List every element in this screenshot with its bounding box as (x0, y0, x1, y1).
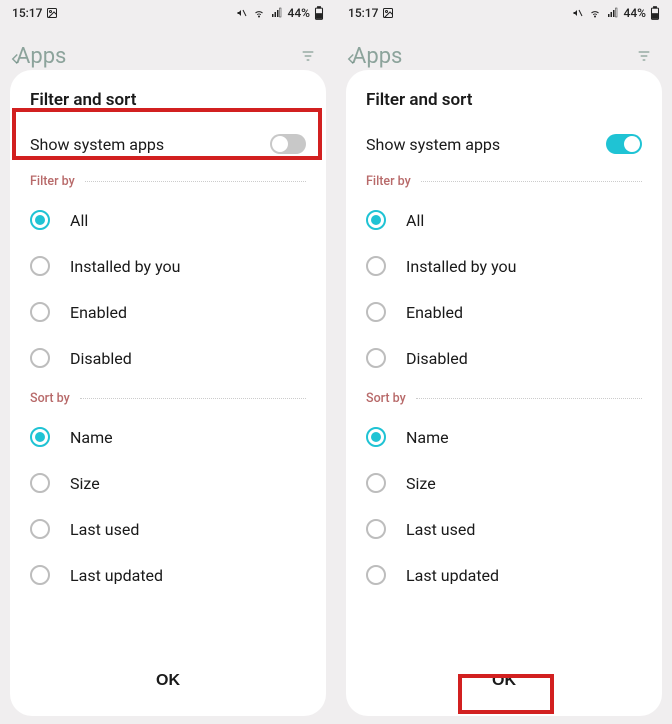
radio-icon (366, 473, 386, 493)
filter-by-header: Filter by (10, 164, 326, 197)
page-title: Apps (352, 44, 402, 69)
sort-option-size[interactable]: Size (346, 460, 662, 506)
sort-option-name[interactable]: Name (10, 414, 326, 460)
filter-sort-modal: Filter and sort Show system apps Filter … (10, 70, 326, 716)
signal-icon (606, 7, 620, 19)
signal-icon (270, 7, 284, 19)
sort-option-last-used[interactable]: Last used (10, 506, 326, 552)
image-icon (382, 7, 394, 19)
filter-icon[interactable] (298, 48, 318, 64)
status-bar: 15:17 44% (336, 0, 672, 26)
filter-option-installed-by-you[interactable]: Installed by you (346, 243, 662, 289)
filter-option-all[interactable]: All (346, 197, 662, 243)
filter-option-disabled[interactable]: Disabled (346, 335, 662, 381)
toggle-label: Show system apps (30, 135, 164, 154)
radio-icon (366, 302, 386, 322)
ok-button[interactable]: OK (120, 666, 216, 696)
sort-option-size[interactable]: Size (10, 460, 326, 506)
filter-option-enabled[interactable]: Enabled (346, 289, 662, 335)
mute-icon (572, 7, 584, 19)
radio-icon (30, 473, 50, 493)
sort-option-last-updated[interactable]: Last updated (10, 552, 326, 598)
show-system-apps-row[interactable]: Show system apps (10, 126, 326, 164)
filter-option-installed-by-you[interactable]: Installed by you (10, 243, 326, 289)
wifi-icon (252, 7, 266, 19)
phone-left: 15:17 44% Apps Filter and sort Show syst… (0, 0, 336, 724)
phone-right: 15:17 44% Apps Filter and sort Show syst… (336, 0, 672, 724)
filter-option-disabled[interactable]: Disabled (10, 335, 326, 381)
radio-icon (30, 210, 50, 230)
sort-option-last-used[interactable]: Last used (346, 506, 662, 552)
modal-title: Filter and sort (10, 90, 326, 126)
image-icon (46, 7, 58, 19)
radio-icon (366, 348, 386, 368)
mute-icon (236, 7, 248, 19)
radio-icon (366, 256, 386, 276)
radio-icon (30, 565, 50, 585)
radio-icon (30, 256, 50, 276)
status-battery-text: 44% (288, 6, 310, 20)
filter-sort-modal: Filter and sort Show system apps Filter … (346, 70, 662, 716)
sort-option-last-updated[interactable]: Last updated (346, 552, 662, 598)
ok-button[interactable]: OK (456, 666, 552, 696)
radio-icon (30, 519, 50, 539)
show-system-apps-toggle[interactable] (606, 134, 642, 154)
filter-option-enabled[interactable]: Enabled (10, 289, 326, 335)
battery-icon (650, 6, 660, 20)
radio-icon (30, 348, 50, 368)
status-time: 15:17 (348, 6, 378, 20)
status-time: 15:17 (12, 6, 42, 20)
sort-option-name[interactable]: Name (346, 414, 662, 460)
sort-by-header: Sort by (10, 381, 326, 414)
filter-by-header: Filter by (346, 164, 662, 197)
radio-icon (30, 427, 50, 447)
filter-icon[interactable] (634, 48, 654, 64)
battery-icon (314, 6, 324, 20)
sort-by-header: Sort by (346, 381, 662, 414)
show-system-apps-toggle[interactable] (270, 134, 306, 154)
radio-icon (366, 427, 386, 447)
wifi-icon (588, 7, 602, 19)
radio-icon (30, 302, 50, 322)
radio-icon (366, 565, 386, 585)
status-battery-text: 44% (624, 6, 646, 20)
page-title: Apps (16, 44, 66, 69)
toggle-label: Show system apps (366, 135, 500, 154)
show-system-apps-row[interactable]: Show system apps (346, 126, 662, 164)
radio-icon (366, 210, 386, 230)
modal-title: Filter and sort (346, 90, 662, 126)
radio-icon (366, 519, 386, 539)
filter-option-all[interactable]: All (10, 197, 326, 243)
status-bar: 15:17 44% (0, 0, 336, 26)
